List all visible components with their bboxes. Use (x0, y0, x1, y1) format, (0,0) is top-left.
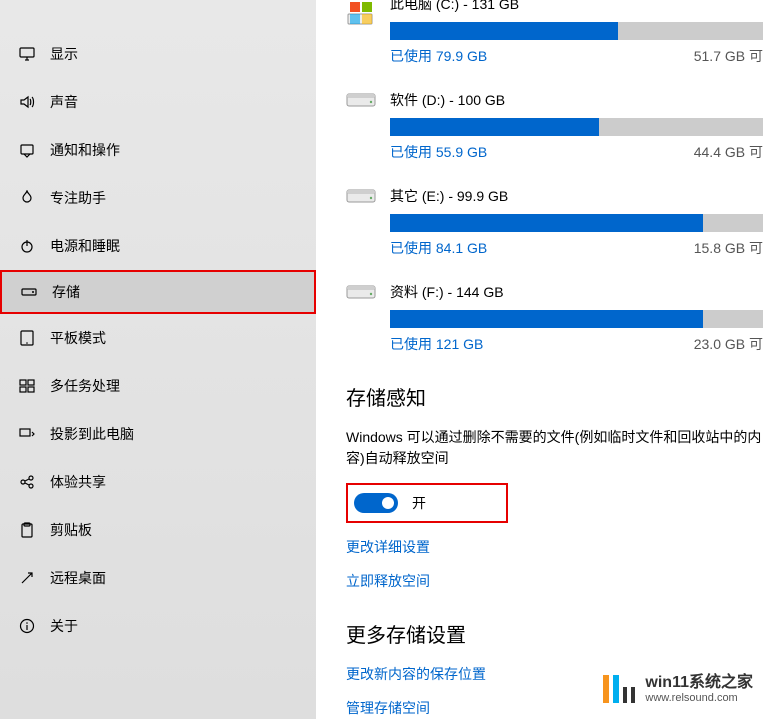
focus-icon (18, 189, 36, 207)
sidebar-item-display[interactable]: 显示 (0, 30, 316, 78)
watermark-url: www.relsound.com (645, 692, 753, 705)
drive-title: 资料 (F:) - 144 GB (390, 282, 763, 302)
storage-sense-desc: Windows 可以通过删除不需要的文件(例如临时文件和回收站中的内容)自动释放… (346, 427, 763, 469)
drive-title: 其它 (E:) - 99.9 GB (390, 186, 763, 206)
storage-icon (20, 283, 38, 301)
link-change-details[interactable]: 更改详细设置 (346, 537, 763, 557)
drive-used-text: 已使用 84.1 GB (390, 238, 487, 258)
sidebar-item-label: 电源和睡眠 (50, 236, 120, 256)
notifications-icon (18, 141, 36, 159)
hdd-icon (346, 282, 376, 304)
drive-usage-bar (390, 214, 763, 232)
shared-icon (18, 473, 36, 491)
sidebar-item-label: 多任务处理 (50, 376, 120, 396)
sidebar-item-label: 投影到此电脑 (50, 424, 134, 444)
drive-title: 软件 (D:) - 100 GB (390, 90, 763, 110)
drive-free-text: 51.7 GB 可 (694, 46, 763, 66)
about-icon (18, 617, 36, 635)
sidebar-item-label: 远程桌面 (50, 568, 106, 588)
link-free-space-now[interactable]: 立即释放空间 (346, 571, 763, 591)
drive-used-text: 已使用 121 GB (390, 334, 483, 354)
sidebar-item-label: 存储 (52, 282, 80, 302)
watermark-title: win11系统之家 (645, 673, 753, 692)
drive-block[interactable]: 此电脑 (C:) - 131 GB 已使用 79.9 GB 51.7 GB 可 (346, 0, 763, 66)
sidebar-item-focus[interactable]: 专注助手 (0, 174, 316, 222)
sidebar-item-project[interactable]: 投影到此电脑 (0, 410, 316, 458)
sidebar-item-about[interactable]: 关于 (0, 602, 316, 650)
storage-page: 此电脑 (C:) - 131 GB 已使用 79.9 GB 51.7 GB 可软件 … (316, 0, 763, 719)
project-icon (18, 425, 36, 443)
drive-usage-bar (390, 310, 763, 328)
drive-used-text: 已使用 79.9 GB (390, 46, 487, 66)
sidebar-item-label: 声音 (50, 92, 78, 112)
sidebar-item-storage[interactable]: 存储 (0, 270, 316, 314)
clipboard-icon (18, 521, 36, 539)
tablet-icon (18, 329, 36, 347)
sidebar-item-tablet[interactable]: 平板模式 (0, 314, 316, 362)
sidebar-item-shared[interactable]: 体验共享 (0, 458, 316, 506)
drive-usage-bar (390, 118, 763, 136)
sidebar-item-remote[interactable]: 远程桌面 (0, 554, 316, 602)
sidebar-item-multitask[interactable]: 多任务处理 (0, 362, 316, 410)
settings-sidebar: 显示声音通知和操作专注助手电源和睡眠存储平板模式多任务处理投影到此电脑体验共享剪… (0, 0, 316, 719)
drive-title: 此电脑 (C:) - 131 GB (390, 0, 763, 14)
drive-usage-bar (390, 22, 763, 40)
storage-sense-title: 存储感知 (346, 382, 763, 411)
sidebar-item-label: 体验共享 (50, 472, 106, 492)
sidebar-item-clipboard[interactable]: 剪贴板 (0, 506, 316, 554)
drive-block[interactable]: 其它 (E:) - 99.9 GB 已使用 84.1 GB 15.8 GB 可 (346, 186, 763, 258)
storage-sense-toggle[interactable] (354, 493, 398, 513)
hdd-icon (346, 90, 376, 112)
sidebar-item-label: 专注助手 (50, 188, 106, 208)
drive-free-text: 15.8 GB 可 (694, 238, 763, 258)
hdd-icon (346, 186, 376, 208)
sidebar-item-label: 显示 (50, 44, 78, 64)
sidebar-item-sound[interactable]: 声音 (0, 78, 316, 126)
sound-icon (18, 93, 36, 111)
drive-free-text: 44.4 GB 可 (694, 142, 763, 162)
sidebar-item-notifications[interactable]: 通知和操作 (0, 126, 316, 174)
remote-icon (18, 569, 36, 587)
more-storage-title: 更多存储设置 (346, 619, 763, 648)
storage-sense-toggle-label: 开 (412, 493, 426, 513)
sidebar-item-power[interactable]: 电源和睡眠 (0, 222, 316, 270)
storage-sense-toggle-highlight: 开 (346, 483, 508, 523)
sidebar-item-label: 平板模式 (50, 328, 106, 348)
sidebar-item-label: 关于 (50, 616, 78, 636)
power-icon (18, 237, 36, 255)
watermark-logo-icon (601, 671, 637, 707)
drive-block[interactable]: 软件 (D:) - 100 GB 已使用 55.9 GB 44.4 GB 可 (346, 90, 763, 162)
display-icon (18, 45, 36, 63)
watermark: win11系统之家 www.relsound.com (601, 671, 753, 707)
sidebar-item-label: 通知和操作 (50, 140, 120, 160)
drive-block[interactable]: 资料 (F:) - 144 GB 已使用 121 GB 23.0 GB 可 (346, 282, 763, 354)
os-drive-icon (346, 0, 376, 22)
drive-free-text: 23.0 GB 可 (694, 334, 763, 354)
sidebar-item-label: 剪贴板 (50, 520, 92, 540)
drive-used-text: 已使用 55.9 GB (390, 142, 487, 162)
multitask-icon (18, 377, 36, 395)
